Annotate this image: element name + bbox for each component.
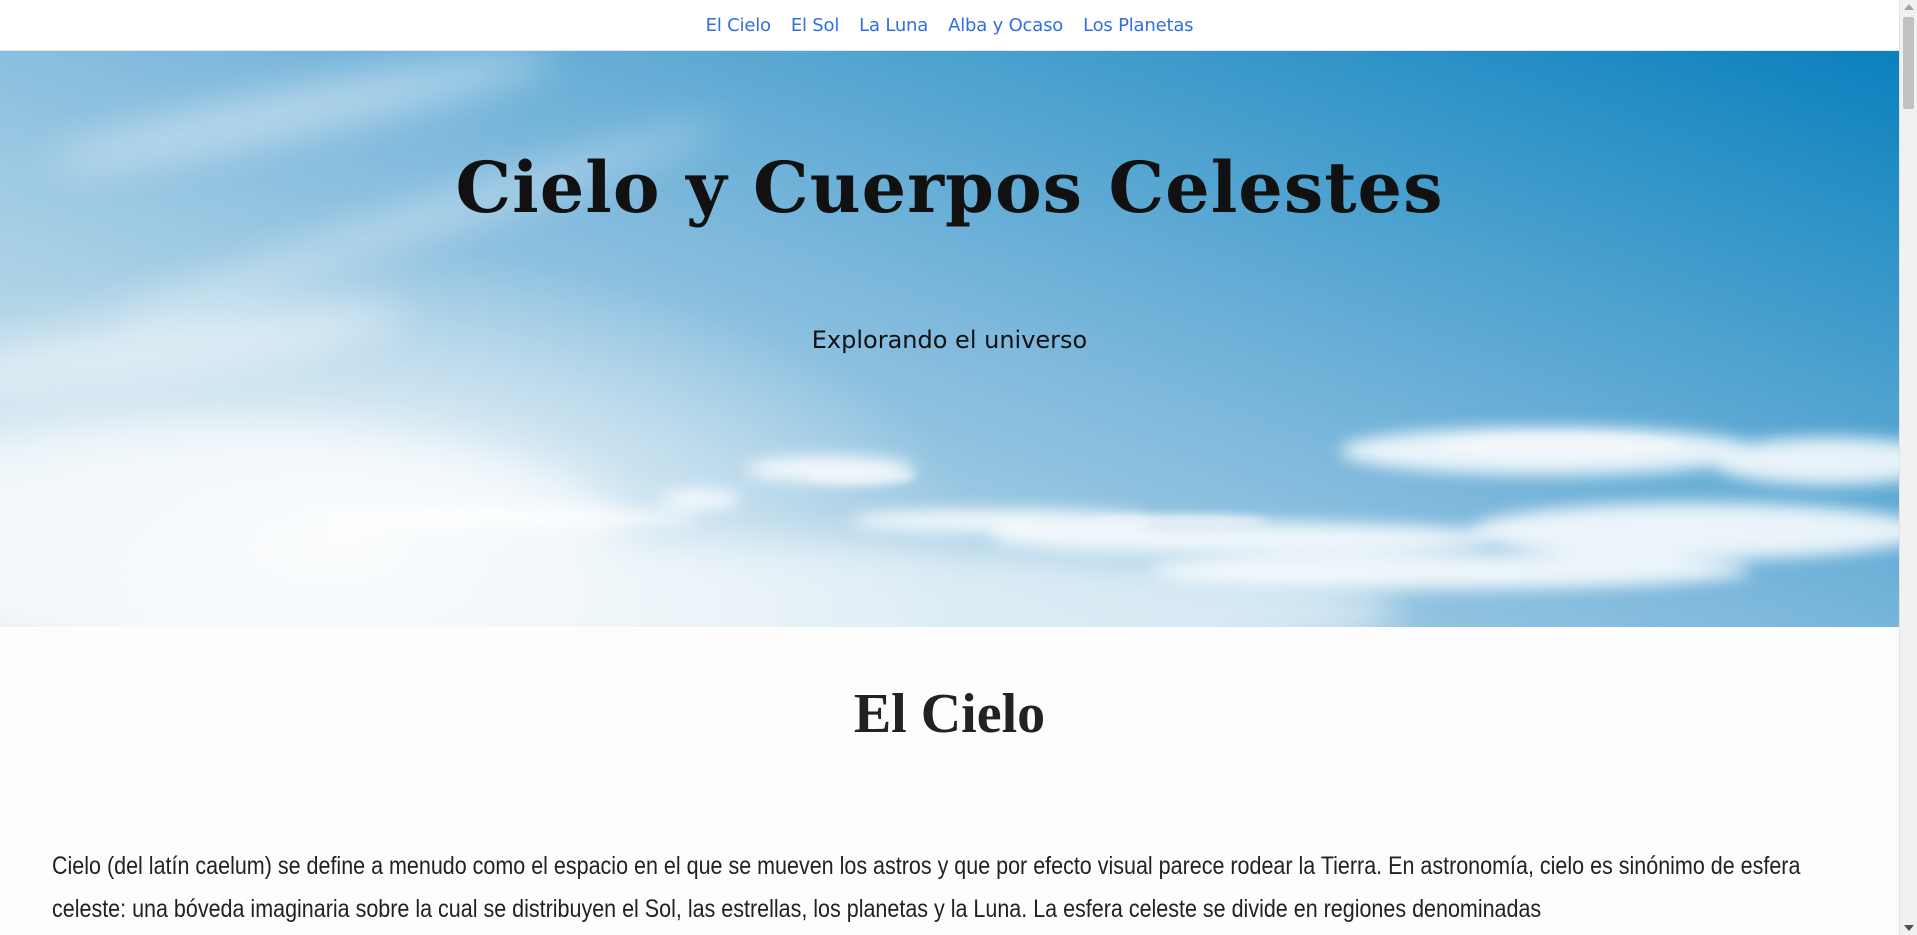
section-paragraph: Cielo (del latín caelum) se define a men… <box>52 852 1801 923</box>
nav-link-la-luna[interactable]: La Luna <box>859 15 928 36</box>
hero-banner: Cielo y Cuerpos Celestes Explorando el u… <box>0 51 1899 627</box>
section-heading: El Cielo <box>853 683 1046 745</box>
nav-link-el-cielo[interactable]: El Cielo <box>706 15 771 36</box>
page: El Cielo El Sol La Luna Alba y Ocaso Los… <box>0 0 1899 935</box>
main-content: El Cielo Cielo (del latín caelum) se def… <box>0 627 1899 935</box>
nav-link-los-planetas[interactable]: Los Planetas <box>1083 15 1193 36</box>
vertical-scrollbar[interactable] <box>1899 0 1917 935</box>
nav-link-alba-y-ocaso[interactable]: Alba y Ocaso <box>948 15 1063 36</box>
scroll-down-arrow-icon[interactable] <box>1904 925 1914 931</box>
page-title: Cielo y Cuerpos Celestes <box>455 146 1444 229</box>
nav-link-el-sol[interactable]: El Sol <box>791 15 840 36</box>
top-navbar: El Cielo El Sol La Luna Alba y Ocaso Los… <box>0 0 1899 51</box>
scroll-up-arrow-icon[interactable] <box>1904 4 1914 10</box>
page-subtitle: Explorando el universo <box>811 326 1088 354</box>
scrollbar-thumb[interactable] <box>1903 17 1914 109</box>
